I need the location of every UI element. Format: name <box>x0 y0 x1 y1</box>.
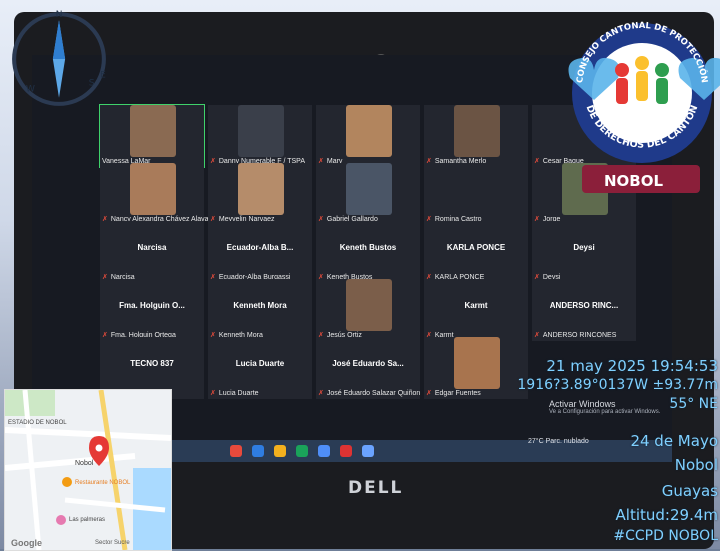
participant-tile[interactable]: ✗ Romina Castro <box>424 163 528 225</box>
participant-display-name: Karmt <box>464 301 488 310</box>
stamp-altitude: Altitud:29.4m <box>615 506 718 524</box>
participant-video <box>130 105 176 157</box>
participant-tile[interactable]: Lucia Duarte ✗ Lucia Duarte <box>208 337 312 399</box>
stamp-coords: 1916?3.89°0137W ±93.77m <box>517 377 718 393</box>
map-label-restaurant: Restaurante NOBOL <box>75 480 131 486</box>
participant-video <box>346 279 392 331</box>
map-label-sector: Sector Sucre <box>95 540 130 546</box>
participant-display-name: José Eduardo Sa... <box>332 359 404 368</box>
activation-subtitle: Ve a Configuración para activar Windows. <box>549 409 661 415</box>
compass-icon: N E S W <box>12 9 106 106</box>
compass-n: N <box>56 9 63 20</box>
participant-tile[interactable]: ✗ Mary <box>316 105 420 167</box>
stamp-city: Nobol <box>674 456 718 474</box>
dell-logo: DELL <box>348 478 404 498</box>
muted-mic-icon: ✗ <box>534 332 540 339</box>
stamp-date: 24 de Mayo <box>630 432 718 450</box>
participant-tile[interactable]: Deysi ✗ Deysi <box>532 221 636 283</box>
participant-tile[interactable]: José Eduardo Sa... ✗ José Eduardo Salazar … <box>316 337 420 399</box>
participant-tile[interactable]: ✗ Gabriel Gallardo <box>316 163 420 225</box>
participant-video <box>238 105 284 157</box>
stamp-heading: 55° NE <box>669 396 718 412</box>
map-label-stadium: ESTADIO DE NOBOL <box>8 420 67 426</box>
participant-caption: ✗ Edgar Fuentes <box>426 389 481 397</box>
participant-tile[interactable]: ✗ Jesús Ortiz <box>316 279 420 341</box>
participant-caption: ✗ José Eduardo Salazar Quiñon <box>318 389 420 397</box>
participant-display-name: Deysi <box>573 243 595 252</box>
taskbar-folder-icon[interactable] <box>274 445 286 457</box>
participant-tile[interactable]: Kenneth Mora ✗ Kenneth Mora <box>208 279 312 341</box>
participant-tile[interactable]: ✗ Edgar Fuentes <box>424 337 528 399</box>
participant-tile[interactable]: ANDERSO RINC... ✗ ANDERSO RINCONES <box>532 279 636 341</box>
compass-e: E <box>100 69 106 80</box>
participant-tile[interactable]: Vanessa LaMar <box>99 104 205 168</box>
participant-name: Lucia Duarte <box>218 390 259 397</box>
participant-tile[interactable]: ✗ Meyvelin Narvaez <box>208 163 312 225</box>
participant-video <box>346 163 392 215</box>
participant-video <box>454 105 500 157</box>
stamp-datetime: 21 may 2025 19:54:53 <box>546 357 718 375</box>
participant-tile[interactable]: KARLA PONCE ✗ KARLA PONCE <box>424 221 528 283</box>
taskbar-mail-icon[interactable] <box>362 445 374 457</box>
participant-display-name: Keneth Bustos <box>339 243 397 252</box>
participant-tile[interactable]: Keneth Bustos ✗ Keneth Bustos <box>316 221 420 283</box>
participant-caption: ✗ ANDERSO RINCONES <box>534 331 616 339</box>
google-logo: Google <box>11 538 42 548</box>
weather-readout: 27°C Parc. nublado <box>528 438 589 445</box>
participant-display-name: ANDERSO RINC... <box>549 301 619 310</box>
participant-name: José Eduardo Salazar Quiñon <box>326 390 421 397</box>
participant-tile[interactable]: Fma. Holguin O... ✗ Fma. Holguin Ortega <box>100 279 204 341</box>
participant-display-name: Lucia Duarte <box>235 359 285 368</box>
participant-video <box>238 163 284 215</box>
compass-s: S <box>89 78 95 89</box>
participant-tile[interactable]: Karmt ✗ Karmt <box>424 279 528 341</box>
participant-video <box>454 337 500 389</box>
participant-tile[interactable]: ✗ Danny Numerable F / TSPA <box>208 105 312 167</box>
participant-display-name: Ecuador-Alba B... <box>226 243 294 252</box>
participant-display-name: Fma. Holguin O... <box>119 301 185 310</box>
windows-activation-watermark: Activar Windows Ve a Configuración para … <box>549 399 660 415</box>
muted-mic-icon: ✗ <box>210 390 216 397</box>
map-label-nobol: Nobol <box>75 460 94 467</box>
taskbar-app-icon[interactable] <box>230 445 242 457</box>
muted-mic-icon: ✗ <box>426 390 432 397</box>
taskbar-pdf-icon[interactable] <box>340 445 352 457</box>
participant-tile[interactable]: Ecuador-Alba B... ✗ Ecuador-Alba Burgassi <box>208 221 312 283</box>
participant-tile[interactable]: Narcisa ✗ Narcisa <box>100 221 204 283</box>
map-canvas <box>5 390 171 550</box>
participant-tile[interactable]: ✗ Samantha Merlo <box>424 105 528 167</box>
participant-display-name: Narcisa <box>137 243 167 252</box>
participant-tile[interactable]: ✗ Nancy Alexandra Chávez Alava <box>100 163 209 225</box>
stamp-hashtag: #CCPD NOBOL <box>613 528 718 544</box>
logo-name: NOBOL <box>604 172 664 190</box>
participant-video <box>130 163 176 215</box>
location-minimap[interactable]: ESTADIO DE NOBOL Nobol Restaurante NOBOL… <box>4 389 172 551</box>
participant-name: Edgar Fuentes <box>434 390 481 397</box>
compass-w: W <box>26 84 35 95</box>
participant-name: ANDERSO RINCONES <box>542 332 617 339</box>
muted-mic-icon: ✗ <box>318 390 324 397</box>
participant-display-name: Kenneth Mora <box>233 301 287 310</box>
map-label-palmeras: Las palmeras <box>69 517 106 523</box>
taskbar-chrome-icon[interactable] <box>296 445 308 457</box>
participant-video <box>346 105 392 157</box>
stamp-province: Guayas <box>661 482 718 500</box>
participant-display-name: KARLA PONCE <box>446 243 506 252</box>
taskbar-zoom-icon[interactable] <box>318 445 330 457</box>
taskbar-browser-icon[interactable] <box>252 445 264 457</box>
participant-caption: ✗ Lucia Duarte <box>210 389 259 397</box>
activation-title: Activar Windows <box>549 399 616 409</box>
participant-display-name: TECNO 837 <box>130 359 174 368</box>
